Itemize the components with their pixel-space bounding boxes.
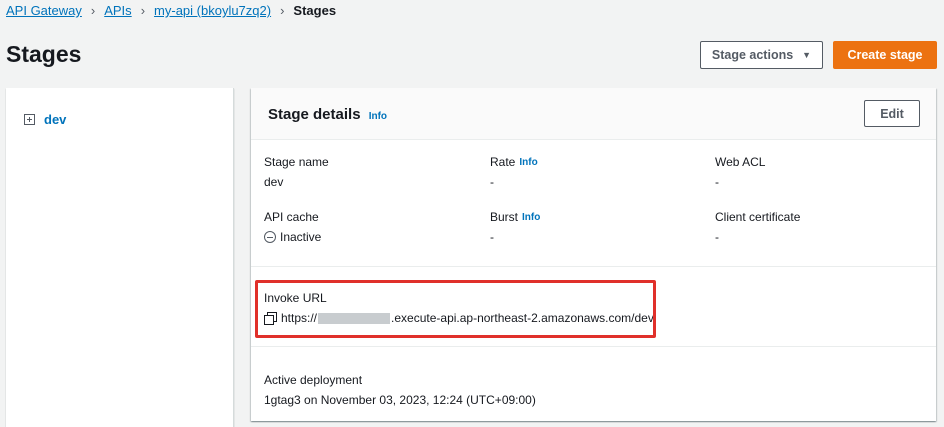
breadcrumb-apis[interactable]: APIs	[104, 3, 131, 18]
client-certificate-label: Client certificate	[715, 210, 801, 224]
breadcrumb-my-api[interactable]: my-api (bkoylu7zq2)	[154, 3, 271, 18]
divider	[251, 346, 936, 347]
burst-label-row: Burst Info	[490, 210, 540, 224]
divider	[251, 266, 936, 267]
api-cache-field: API cache Inactive	[264, 210, 321, 244]
api-cache-label: API cache	[264, 210, 319, 224]
client-certificate-field: Client certificate -	[715, 210, 800, 244]
tree-item-label[interactable]: dev	[44, 112, 66, 127]
stage-details-card: Stage details Info Edit Stage name dev R…	[251, 88, 936, 421]
card-title: Stage details Info	[268, 106, 387, 123]
stage-tree-panel: dev	[6, 88, 234, 427]
chevron-right-icon: ›	[140, 3, 146, 18]
api-cache-value-row: Inactive	[264, 230, 321, 244]
create-stage-label: Create stage	[847, 48, 923, 62]
stage-name-value: dev	[264, 175, 284, 189]
stage-name-label: Stage name	[264, 155, 329, 169]
stage-details-info-link[interactable]: Info	[369, 111, 387, 122]
rate-info-link[interactable]: Info	[519, 157, 537, 168]
client-certificate-value: -	[715, 230, 719, 244]
page-title: Stages	[6, 41, 82, 67]
edit-label: Edit	[880, 106, 904, 121]
chevron-right-icon: ›	[280, 3, 285, 18]
breadcrumb-api-gateway[interactable]: API Gateway	[6, 3, 82, 18]
burst-info-link[interactable]: Info	[522, 212, 540, 223]
invoke-url-highlight-box	[255, 280, 656, 338]
caret-down-icon: ▼	[802, 50, 812, 60]
web-acl-value: -	[715, 175, 719, 189]
web-acl-label: Web ACL	[715, 155, 766, 169]
burst-value: -	[490, 230, 494, 244]
edit-button[interactable]: Edit	[864, 100, 920, 127]
chevron-right-icon: ›	[90, 3, 96, 18]
rate-label: Rate	[490, 155, 516, 169]
web-acl-field: Web ACL -	[715, 155, 765, 189]
burst-label: Burst	[490, 210, 519, 224]
stage-actions-label: Stage actions	[711, 48, 794, 62]
stage-actions-button[interactable]: Stage actions ▼	[700, 41, 823, 69]
rate-label-row: Rate Info	[490, 155, 538, 169]
active-deployment-field: Active deployment 1gtag3 on November 03,…	[264, 373, 536, 407]
minus-circle-icon	[264, 231, 276, 243]
active-deployment-label: Active deployment	[264, 373, 363, 387]
stage-name-field: Stage name dev	[264, 155, 329, 189]
plus-square-icon[interactable]	[24, 114, 35, 125]
api-cache-value: Inactive	[280, 230, 322, 244]
card-header: Stage details Info Edit	[251, 88, 936, 140]
rate-value: -	[490, 175, 494, 189]
create-stage-button[interactable]: Create stage	[833, 41, 937, 69]
active-deployment-value: 1gtag3 on November 03, 2023, 12:24 (UTC+…	[264, 393, 536, 407]
breadcrumb: API Gateway › APIs › my-api (bkoylu7zq2)…	[6, 3, 336, 18]
breadcrumb-current: Stages	[293, 3, 337, 18]
stage-details-title: Stage details	[268, 106, 361, 123]
rate-field: Rate Info -	[490, 155, 538, 189]
tree-item-dev[interactable]: dev	[24, 112, 66, 127]
burst-field: Burst Info -	[490, 210, 540, 244]
